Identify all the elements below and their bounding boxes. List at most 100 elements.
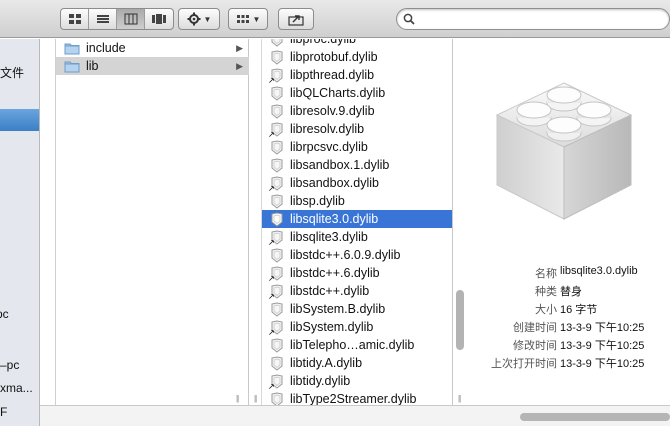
folder-icon bbox=[64, 61, 80, 72]
file-row[interactable]: ↗ libsqlite3.dylib bbox=[262, 228, 452, 246]
file-row[interactable]: libtidy.A.dylib bbox=[262, 354, 452, 372]
browser-column-1: include ▶ lib ▶ || bbox=[56, 39, 249, 405]
file-row[interactable]: libstdc++.6.0.9.dylib bbox=[262, 246, 452, 264]
info-row: 种类 替身 bbox=[467, 283, 670, 299]
column-divider bbox=[40, 39, 56, 405]
share-icon bbox=[288, 14, 304, 26]
info-key: 大小 bbox=[535, 304, 557, 316]
info-key: 名称 bbox=[535, 268, 557, 280]
cover-flow-view-button[interactable] bbox=[145, 9, 173, 29]
info-row: 上次打开时间 13-3-9 下午10:25 bbox=[467, 355, 670, 371]
file-row[interactable]: libsp.dylib bbox=[262, 192, 452, 210]
bottom-bar bbox=[40, 405, 670, 426]
file-row[interactable]: ↗ libpthread.dylib bbox=[262, 66, 452, 84]
disclosure-arrow-icon: ▶ bbox=[236, 42, 243, 53]
file-row[interactable]: ↗ libtidy.dylib bbox=[262, 372, 452, 390]
file-row[interactable]: ↗ libstdc++.6.dylib bbox=[262, 264, 452, 282]
sidebar-item-label: –pc bbox=[0, 358, 20, 372]
sidebar-item[interactable]: pc bbox=[0, 305, 36, 323]
file-name: libsandbox.1.dylib bbox=[290, 158, 390, 172]
info-value: 替身 bbox=[560, 286, 582, 298]
info-value: 13-3-9 下午10:25 bbox=[560, 340, 645, 352]
dylib-file-icon bbox=[270, 157, 284, 173]
file-name: libSystem.B.dylib bbox=[290, 302, 386, 316]
file-row[interactable]: libType2Streamer.dylib bbox=[262, 390, 452, 405]
file-row[interactable]: libsandbox.1.dylib bbox=[262, 156, 452, 174]
file-name: libType2Streamer.dylib bbox=[290, 392, 417, 405]
chevron-down-icon: ▼ bbox=[252, 14, 261, 24]
sidebar-item[interactable]: xma... bbox=[0, 379, 39, 397]
info-value: 13-3-9 下午10:25 bbox=[560, 358, 645, 370]
list-item-label: include bbox=[86, 41, 126, 55]
cover-flow-icon bbox=[152, 14, 166, 24]
column-divider bbox=[249, 39, 262, 405]
chevron-down-icon: ▼ bbox=[203, 14, 212, 24]
file-row[interactable]: ↗ libresolv.dylib bbox=[262, 120, 452, 138]
file-name: libtidy.A.dylib bbox=[290, 356, 363, 370]
search-field[interactable] bbox=[396, 8, 670, 30]
file-row[interactable]: libQLCharts.dylib bbox=[262, 84, 452, 102]
info-key: 上次打开时间 bbox=[491, 358, 557, 370]
file-row[interactable]: libSystem.B.dylib bbox=[262, 300, 452, 318]
icon-view-button[interactable] bbox=[61, 9, 89, 29]
preview-pane: 名称 libsqlite3.0.dylib 种类 替身 大小 16 字节 创建时间 13-3-… bbox=[467, 39, 670, 405]
file-name: libstdc++.dylib bbox=[290, 284, 370, 298]
search-input[interactable] bbox=[419, 11, 659, 27]
dylib-file-icon bbox=[270, 301, 284, 317]
column-view-button[interactable] bbox=[117, 9, 145, 29]
folder-icon bbox=[64, 43, 80, 54]
column-resize-handle[interactable]: || bbox=[458, 394, 461, 403]
list-item[interactable]: include ▶ bbox=[56, 39, 249, 57]
file-row[interactable]: libresolv.9.dylib bbox=[262, 102, 452, 120]
column-resize-handle[interactable]: || bbox=[236, 394, 239, 403]
dylib-file-icon bbox=[270, 39, 284, 47]
file-row[interactable]: libTelepho…amic.dylib bbox=[262, 336, 452, 354]
arrange-grid-icon bbox=[236, 15, 249, 23]
action-menu-button[interactable]: ▼ bbox=[178, 8, 220, 30]
info-row: 大小 16 字节 bbox=[467, 301, 670, 317]
dylib-file-icon bbox=[270, 355, 284, 371]
file-name: libsandbox.dylib bbox=[290, 176, 379, 190]
file-name: libresolv.9.dylib bbox=[290, 104, 375, 118]
dylib-file-icon bbox=[270, 139, 284, 155]
file-name: libstdc++.6.0.9.dylib bbox=[290, 248, 401, 262]
file-row[interactable]: ↗ libSystem.dylib bbox=[262, 318, 452, 336]
file-row[interactable]: libsqlite3.0.dylib bbox=[262, 210, 452, 228]
arrange-menu-button[interactable]: ▼ bbox=[228, 8, 268, 30]
list-view-button[interactable] bbox=[89, 9, 117, 29]
column-resize-handle[interactable]: || bbox=[254, 394, 257, 403]
file-row[interactable]: ↗ libsandbox.dylib bbox=[262, 174, 452, 192]
file-row[interactable]: ↗ libstdc++.dylib bbox=[262, 282, 452, 300]
info-value: 13-3-9 下午10:25 bbox=[560, 322, 645, 334]
share-button[interactable] bbox=[278, 8, 314, 30]
file-name: libQLCharts.dylib bbox=[290, 86, 386, 100]
info-key: 种类 bbox=[535, 286, 557, 298]
dylib-file-icon bbox=[270, 247, 284, 263]
file-row[interactable]: librpcsvc.dylib bbox=[262, 138, 452, 156]
dylib-file-icon bbox=[270, 337, 284, 353]
dylib-file-icon: ↗ bbox=[268, 265, 284, 282]
vertical-scrollbar[interactable] bbox=[456, 290, 464, 350]
sidebar: 文件 pc –pc xma... F bbox=[0, 39, 40, 426]
info-row: 修改时间 13-3-9 下午10:25 bbox=[467, 337, 670, 353]
list-item[interactable]: lib ▶ bbox=[56, 57, 249, 75]
file-name: libpthread.dylib bbox=[290, 68, 375, 82]
browser-column-2: libproc.dylib libprotobuf.dylib ↗ libpthrea… bbox=[262, 39, 453, 405]
file-name: libTelepho…amic.dylib bbox=[290, 338, 415, 352]
gear-icon bbox=[187, 12, 201, 26]
dylib-file-icon: ↗ bbox=[268, 283, 284, 300]
sidebar-item[interactable]: –pc bbox=[0, 356, 39, 374]
horizontal-scrollbar[interactable] bbox=[520, 413, 670, 421]
sidebar-selected-item[interactable] bbox=[0, 109, 39, 131]
file-name: libtidy.dylib bbox=[290, 374, 351, 388]
file-row[interactable]: libprotobuf.dylib bbox=[262, 48, 452, 66]
dylib-file-icon: ↗ bbox=[268, 229, 284, 246]
dylib-file-icon bbox=[270, 193, 284, 209]
sidebar-item[interactable]: 文件 bbox=[0, 64, 39, 82]
view-switcher bbox=[60, 8, 174, 30]
info-value: libsqlite3.0.dylib bbox=[560, 265, 638, 277]
sidebar-item[interactable]: F bbox=[0, 403, 39, 421]
file-row[interactable]: libproc.dylib bbox=[262, 39, 452, 48]
dylib-file-icon: ↗ bbox=[268, 67, 284, 84]
file-name: libsqlite3.dylib bbox=[290, 230, 368, 244]
